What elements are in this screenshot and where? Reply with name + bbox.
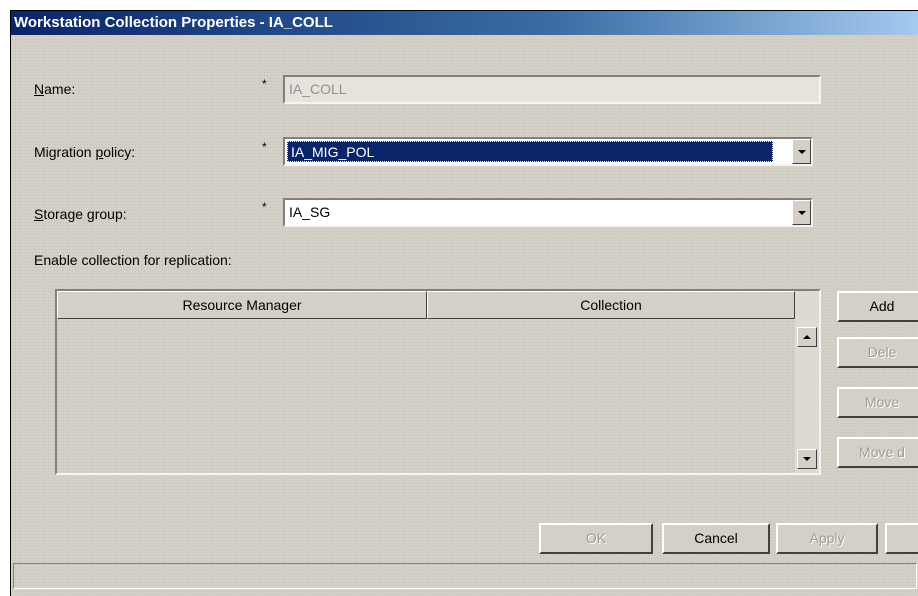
required-marker: * (262, 77, 267, 91)
migration-policy-value: IA_MIG_POL (287, 141, 773, 162)
migration-policy-dropdown-button[interactable] (792, 139, 811, 164)
table-body[interactable] (57, 319, 795, 473)
move-down-button[interactable]: Move d (837, 437, 918, 468)
storage-group-label: Storage group: (34, 206, 127, 222)
properties-window: Workstation Collection Properties - IA_C… (10, 10, 918, 596)
required-marker: * (262, 140, 267, 154)
name-label: Name: (34, 81, 76, 97)
migration-policy-label: Migration policy: (34, 144, 136, 160)
move-up-button[interactable]: Move (837, 387, 918, 418)
scroll-up-button[interactable] (797, 327, 817, 347)
storage-group-value: IA_SG (289, 204, 331, 220)
window-title: Workstation Collection Properties - IA_C… (11, 11, 918, 35)
replication-table[interactable]: Resource Manager Collection (55, 289, 821, 475)
column-header-collection[interactable]: Collection (427, 291, 795, 319)
chevron-down-icon (797, 149, 806, 154)
scroll-down-button[interactable] (797, 449, 817, 469)
status-bar (13, 563, 917, 589)
arrow-up-icon (803, 335, 811, 339)
chevron-down-icon (797, 210, 806, 215)
cancel-button[interactable]: Cancel (662, 523, 770, 554)
apply-button[interactable]: Apply (776, 523, 878, 554)
replication-label: Enable collection for replication: (34, 252, 232, 268)
ok-button[interactable]: OK (539, 523, 653, 554)
storage-group-select[interactable]: IA_SG (283, 198, 813, 227)
add-button[interactable]: Add (837, 291, 918, 322)
arrow-down-icon (803, 457, 811, 461)
required-marker: * (262, 200, 267, 214)
help-button[interactable] (885, 523, 918, 554)
name-field: IA_COLL (283, 75, 821, 104)
column-header-resource-manager[interactable]: Resource Manager (57, 291, 427, 319)
storage-group-dropdown-button[interactable] (792, 200, 811, 225)
delete-button[interactable]: Dele (837, 337, 918, 368)
vertical-scrollbar[interactable] (795, 291, 819, 473)
migration-policy-select[interactable]: IA_MIG_POL (283, 137, 813, 166)
